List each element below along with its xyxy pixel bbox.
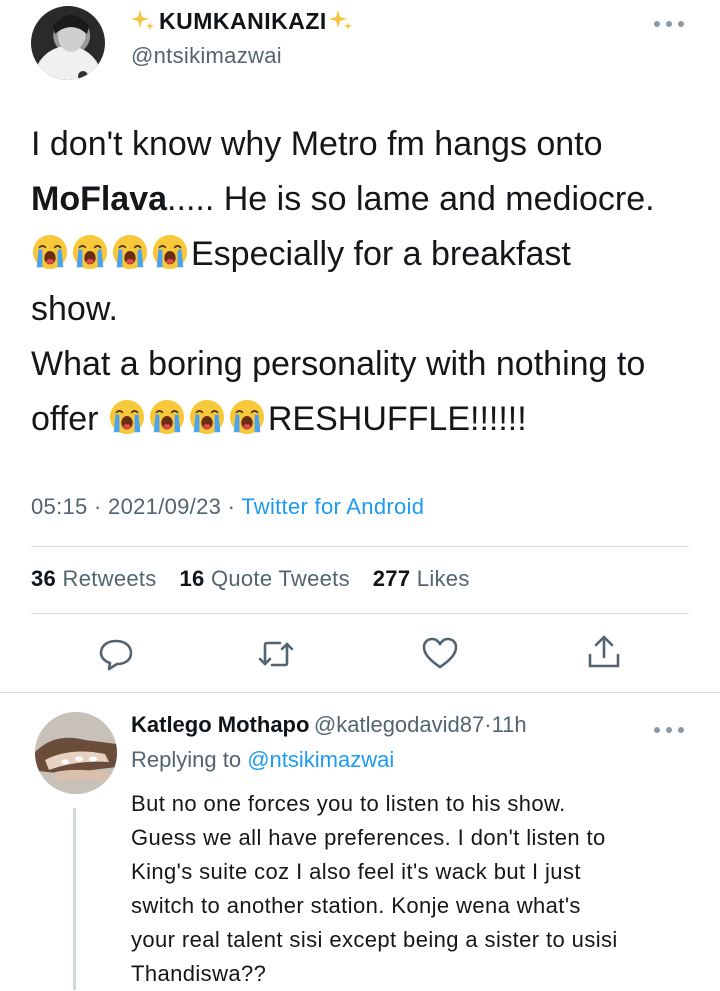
tweet-line-6: offer RESHUFFLE!!!!!! <box>31 392 711 447</box>
tweet-line-1: I don't know why Metro fm hangs onto <box>31 125 603 163</box>
meta-separator: · <box>93 494 102 519</box>
sparkles-icon <box>328 10 352 30</box>
tweet-line-3: Especially for a breakfast <box>31 227 711 282</box>
tweet-line-2-rest: ..... He is so lame and mediocre. <box>167 180 655 218</box>
crying-face-icon <box>148 398 186 436</box>
author-handle[interactable]: @ntsikimazwai <box>131 43 282 69</box>
crying-face-icon <box>108 398 146 436</box>
tweet-stats: 36 Retweets 16 Quote Tweets 277 Likes <box>31 566 470 592</box>
crying-face-icon <box>111 233 149 271</box>
replying-to: Replying to @ntsikimazwai <box>131 747 394 773</box>
reply-author-handle: @katlegodavid87 <box>313 712 485 737</box>
avatar-image <box>34 15 102 80</box>
meta-separator: · <box>227 494 236 519</box>
tweet-line-2: MoFlava..... He is so lame and mediocre. <box>31 172 711 227</box>
tweet-line-5: What a boring personality with nothing t… <box>31 345 646 383</box>
divider <box>31 613 689 614</box>
reply-line: switch to another station. Konje wena wh… <box>131 893 581 918</box>
author-name: KUMKANIKAZI <box>159 7 327 34</box>
tweet-line-6-end: RESHUFFLE!!!!!! <box>267 400 527 438</box>
reply-line: Thandiswa?? <box>131 961 267 986</box>
crying-face-icon <box>151 233 189 271</box>
reply-separator: · <box>484 712 492 737</box>
reply-time: 11h <box>491 712 527 737</box>
crying-face-icon <box>188 398 226 436</box>
reply-text: But no one forces you to listen to his s… <box>131 787 711 991</box>
tweet-time: 05:15 <box>31 494 88 519</box>
more-options-icon[interactable] <box>652 16 686 34</box>
retweet-icon[interactable] <box>254 632 298 676</box>
retweets-stat[interactable]: 36 Retweets <box>31 566 157 591</box>
thread-line <box>73 808 76 990</box>
avatar-image <box>35 712 117 794</box>
crying-face-icon <box>228 398 266 436</box>
reply-author-name: Katlego Mothapo <box>131 712 310 737</box>
mention-moflava[interactable]: MoFlava <box>31 180 167 218</box>
tweet-date: 2021/09/23 <box>108 494 222 519</box>
replying-to-handle[interactable]: @ntsikimazwai <box>247 747 394 772</box>
tweet-text: I don't know why Metro fm hangs onto MoF… <box>31 117 711 447</box>
reply-line: Guess we all have preferences. I don't l… <box>131 825 606 850</box>
reply-more-options-icon[interactable] <box>652 722 686 740</box>
sparkles-icon <box>131 10 154 30</box>
reply-line: But no one forces you to listen to his s… <box>131 791 566 816</box>
reply-line: King's suite coz I also feel it's wack b… <box>131 859 581 884</box>
author-avatar[interactable] <box>31 6 105 80</box>
reply-line: your real talent sisi except being a sis… <box>131 927 618 952</box>
replying-to-label: Replying to <box>131 747 242 772</box>
divider <box>31 546 689 547</box>
author-name-row[interactable]: KUMKANIKAZI <box>131 6 355 36</box>
tweet-line-3-rest: Especially for a breakfast <box>191 235 571 273</box>
reply-header[interactable]: Katlego Mothapo @katlegodavid87·11h <box>131 712 527 738</box>
crying-face-icon <box>31 233 69 271</box>
likes-stat[interactable]: 277 Likes <box>373 566 470 591</box>
crying-face-icon <box>71 233 109 271</box>
section-divider <box>0 692 720 693</box>
share-icon[interactable] <box>582 630 626 674</box>
tweet-source-link[interactable]: Twitter for Android <box>241 494 424 519</box>
reply-author-avatar[interactable] <box>35 712 117 794</box>
tweet-line-6-start: offer <box>31 400 108 438</box>
like-icon[interactable] <box>418 632 462 676</box>
tweet-line-4: show. <box>31 290 118 328</box>
reply-icon[interactable] <box>94 632 138 676</box>
quote-tweets-stat[interactable]: 16 Quote Tweets <box>179 566 349 591</box>
tweet-meta: 05:15 · 2021/09/23 · Twitter for Android <box>31 494 424 520</box>
